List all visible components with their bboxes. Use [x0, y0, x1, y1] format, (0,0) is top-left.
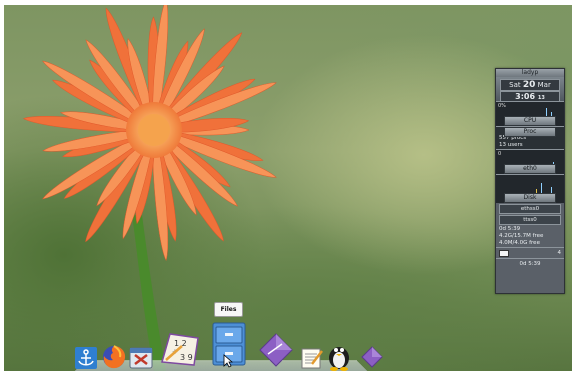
dock-item-firefox[interactable] [101, 344, 127, 370]
calculator-icon: 1 2 + 3 9 [161, 333, 199, 366]
dock-item-text-editor[interactable] [300, 346, 324, 370]
swap-text: 4.0M/4.0G free [499, 240, 540, 246]
cpu-label: CPU [504, 116, 556, 126]
files-tooltip: Files [214, 302, 243, 317]
mouse-cursor-icon [223, 354, 233, 368]
dock-item-calculator[interactable]: 1 2 + 3 9 [160, 332, 200, 366]
monitor-row-1: ethss0 [499, 204, 561, 214]
tools-icon [129, 347, 153, 369]
tux-icon [329, 347, 349, 371]
net-label: eth0 [504, 164, 556, 174]
uptime-text: 0d 5:39 [499, 226, 521, 232]
firefox-icon [103, 345, 126, 369]
proc-panel: Proc 557 procs 13 users [496, 126, 564, 149]
svg-text:3 9: 3 9 [180, 353, 193, 362]
mail-count: 4 [557, 250, 562, 256]
wallpaper-flower [22, 5, 277, 371]
cpu-chart: 0% CPU [496, 101, 564, 126]
mem-free-text: 4.2G/15.7M free [499, 233, 544, 239]
dock-item-diamond-2[interactable] [361, 346, 383, 368]
notepad-icon [301, 348, 323, 369]
monitor-footer: 0d 5:39 [496, 258, 564, 269]
date-prefix: Sat [509, 81, 521, 89]
proc-label: Proc [504, 127, 556, 137]
monitor-clock: Sat 20 Mar 3:06 13 [496, 77, 564, 102]
system-monitor: ladyp Sat 20 Mar 3:06 13 0% CPU Proc 557… [495, 68, 565, 294]
dock-item-linux[interactable] [326, 341, 352, 371]
mail-row: 4 [496, 247, 564, 258]
diamond-icon [259, 333, 293, 367]
dock-item-system-tools[interactable] [129, 346, 153, 370]
diamond-icon [361, 346, 383, 368]
date-day: 20 [522, 80, 536, 90]
date-month: Mar [537, 81, 551, 89]
anchor-icon [75, 347, 97, 369]
users-count: 13 users [499, 142, 523, 148]
net-chart: 0 eth0 [496, 149, 564, 174]
disk-chart: Disk [496, 174, 564, 203]
monitor-row-2: ttss0 [499, 215, 561, 225]
cpu-percent: 0% [498, 103, 506, 109]
mail-icon[interactable] [499, 249, 509, 257]
monitor-date: Sat 20 Mar [500, 79, 560, 91]
dock-item-diamond[interactable] [258, 332, 294, 368]
desktop: ladyp Sat 20 Mar 3:06 13 0% CPU Proc 557… [4, 5, 572, 371]
net-percent: 0 [498, 151, 502, 157]
monitor-hostname: ladyp [496, 69, 564, 77]
time: 3:06 [515, 92, 536, 101]
disk-label: Disk [504, 193, 556, 203]
dock-item-anchor[interactable] [74, 346, 98, 370]
